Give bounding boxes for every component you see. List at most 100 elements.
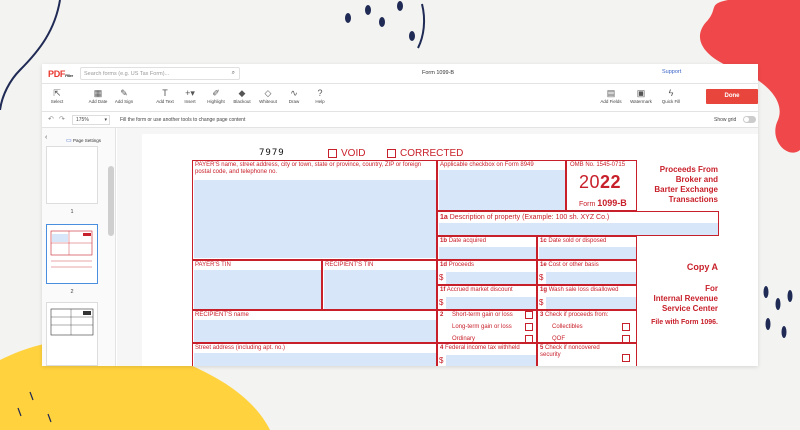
collectibles-checkbox[interactable] [622,323,630,331]
box-1b-field[interactable] [439,247,536,259]
support-link[interactable]: Support [662,69,681,75]
box-5-label: 5 Check if noncovered security [540,345,600,358]
copy-label: Copy A [686,262,718,272]
help-icon: ? [317,88,323,98]
tool-highlight[interactable]: ✐ Highlight [202,87,230,104]
street-address-label: Street address (including apt. no.) [195,345,286,351]
box-1c-label: 1c Date sold or disposed [540,238,607,244]
corrected-checkbox[interactable] [387,149,396,158]
recipient-name-field[interactable] [194,320,436,342]
payer-tin-field[interactable] [194,270,321,309]
chevron-down-icon: ▾ [104,117,107,123]
box-1a-field[interactable] [439,223,718,235]
calendar-icon: ▦ [93,88,103,98]
tool-insert[interactable]: +▾ Insert [176,87,204,104]
recipient-tin-label: RECIPIENT'S TIN [325,262,374,268]
tool-add-date[interactable]: ▦ Add Date [84,87,112,104]
draw-icon: ∿ [290,88,298,98]
blackout-icon: ◆ [238,88,246,98]
noncovered-security-checkbox[interactable] [622,354,630,362]
dollar-sign: $ [439,298,444,307]
ordinary-label: Ordinary [452,336,476,342]
tool-add-fields[interactable]: ▤ Add Fields [597,87,625,104]
short-term-label: Short-term gain or loss [452,312,513,318]
document-canvas: 7979 VOID CORRECTED PAYER'S name, street… [117,128,758,366]
recipient-tin-field[interactable] [324,270,436,309]
form-page: 7979 VOID CORRECTED PAYER'S name, street… [142,134,758,366]
tool-help[interactable]: ? Help [306,87,334,104]
dollar-sign: $ [539,298,544,307]
qof-checkbox[interactable] [622,335,630,343]
box-1b-label: 1b Date acquired [440,238,487,244]
long-term-checkbox[interactable] [525,323,533,331]
box-1e-field[interactable] [546,272,636,284]
ordinary-checkbox[interactable] [525,335,533,343]
app-logo[interactable]: PDFFiller [42,69,80,79]
eraser-icon: ◇ [264,88,272,98]
tool-select[interactable]: ⇱ Select [43,87,71,104]
page-settings-button[interactable]: ▭ Page Settings [66,137,101,144]
form-name: Form 1099-B [579,198,627,209]
box-1g-label: 1g Wash sale loss disallowed [540,287,619,293]
tool-whiteout[interactable]: ◇ Whiteout [254,87,282,104]
tool-add-sign[interactable]: ✎ Add Sign [110,87,138,104]
tool-draw[interactable]: ∿ Draw [280,87,308,104]
tool-quick-fill[interactable]: ϟ Quick Fill [657,87,685,104]
watermark-icon: ▣ [636,88,646,98]
pdf-editor-window: PDFFiller Search forms (e.g. US Tax Form… [42,64,758,366]
page-thumbnail-1[interactable] [46,146,98,204]
for-irs-label: For Internal Revenue Service Center [653,284,718,313]
page-thumbnail-2[interactable] [46,224,98,284]
fields-icon: ▤ [606,88,616,98]
decoration-navy-drops [345,1,426,49]
payer-tin-label: PAYER'S TIN [195,262,231,268]
short-term-checkbox[interactable] [525,311,533,319]
payer-info-field[interactable] [194,180,436,258]
back-arrow-icon[interactable]: ‹ [45,134,47,141]
done-button[interactable]: Done [706,89,758,104]
dollar-sign: $ [539,273,544,282]
void-checkbox[interactable] [328,149,337,158]
redo-icon[interactable]: ↷ [59,115,65,123]
search-icon[interactable]: ⌕ [232,70,235,77]
show-grid-label: Show grid [714,117,737,123]
box-2-num: 2 [440,312,444,318]
tool-watermark[interactable]: ▣ Watermark [627,87,655,104]
pen-icon: ✎ [120,88,128,98]
sub-toolbar: ↶ ↷ 175% ▾ Fill the form or use another t… [42,112,758,128]
tool-add-text[interactable]: T Add Text [151,87,179,104]
undo-icon[interactable]: ↶ [48,115,54,123]
pages-panel: ‹ ▭ Page Settings 1 2 [42,128,116,366]
search-input[interactable]: Search forms (e.g. US Tax Form)... ⌕ [80,67,240,80]
applicable-checkbox-label: Applicable checkbox on Form 8949 [440,162,534,168]
box-1d-field[interactable] [446,272,536,284]
tool-blackout[interactable]: ◆ Blackout [228,87,256,104]
box-1a-label: 1a Description of property (Example: 100… [440,214,610,221]
box-1f-field[interactable] [446,297,536,309]
page-thumbnail-3[interactable] [46,302,98,366]
zoom-select[interactable]: 175% ▾ [72,115,110,125]
box-1c-field[interactable] [539,247,636,259]
lightning-icon: ϟ [668,88,674,98]
void-label: VOID [341,148,366,159]
box-1d-label: 1d Proceeds [440,262,475,268]
form-code: 7979 [259,148,285,158]
toolbar: ⇱ Select ▦ Add Date ✎ Add Sign T Add Text +▾… [42,84,758,112]
applicable-checkbox-field[interactable] [439,170,565,210]
tax-year: 2022 [579,172,622,192]
pages-scrollbar[interactable] [108,166,114,236]
page-thumbnail-3-preview [50,308,94,336]
box-4-field[interactable] [446,355,536,366]
form-title: Proceeds From Broker and Barter Exchange… [654,165,718,204]
show-grid-toggle[interactable] [743,116,756,123]
collectibles-label: Collectibles [552,324,583,330]
box-1g-field[interactable] [546,297,636,309]
box-1f-label: 1f Accrued market discount [440,287,513,293]
dollar-sign: $ [439,273,444,282]
document-title: Form 1099-B [422,70,455,76]
cursor-icon: ⇱ [53,88,61,98]
page-settings-icon: ▭ [66,138,72,144]
page-number-1: 1 [70,209,74,215]
street-address-field[interactable] [194,353,436,366]
box-3-label: 3 Check if proceeds from: [540,312,609,318]
